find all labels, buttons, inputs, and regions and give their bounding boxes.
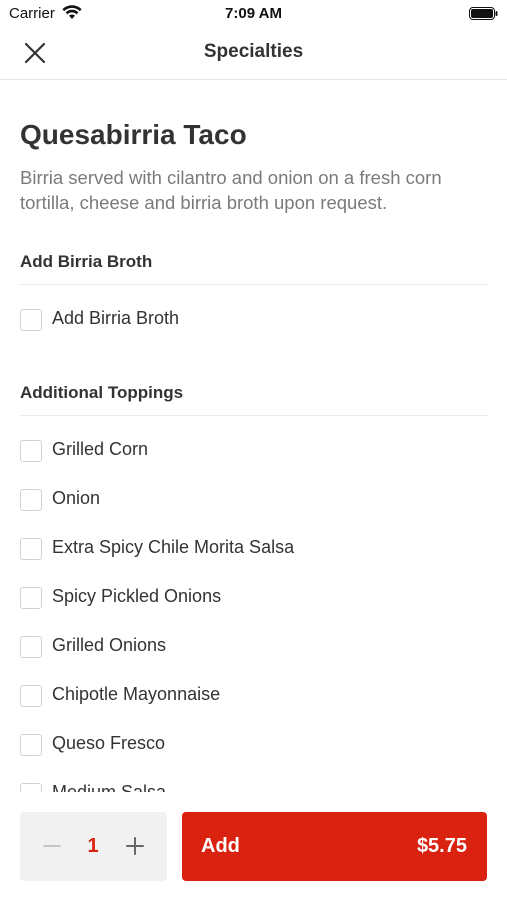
nav-bar: Specialties: [0, 28, 507, 80]
option-grilled-corn[interactable]: Grilled Corn: [20, 435, 488, 471]
option-chipotle-mayonnaise[interactable]: Chipotle Mayonnaise: [20, 680, 488, 716]
status-bar: Carrier 7:09 AM: [0, 0, 507, 28]
section-header-additional-toppings: Additional Toppings: [20, 383, 488, 416]
option-label: Onion: [52, 488, 101, 508]
option-extra-spicy-chile-morita-salsa[interactable]: Extra Spicy Chile Morita Salsa: [20, 533, 488, 569]
checkbox[interactable]: [20, 587, 42, 609]
checkbox[interactable]: [20, 309, 42, 331]
item-title: Quesabirria Taco: [20, 119, 247, 150]
battery-icon: [469, 7, 498, 20]
add-to-order-button[interactable]: Add $5.75: [182, 812, 487, 881]
item-detail-scroll[interactable]: Quesabirria Taco Birria served with cila…: [0, 81, 507, 792]
plus-icon[interactable]: [121, 831, 149, 861]
option-label: Chipotle Mayonnaise: [52, 684, 221, 704]
option-spicy-pickled-onions[interactable]: Spicy Pickled Onions: [20, 582, 488, 618]
add-button-label: Add: [201, 835, 240, 857]
option-label: Add Birria Broth: [52, 308, 180, 328]
quantity-value: 1: [87, 835, 99, 857]
checkbox[interactable]: [20, 489, 42, 511]
option-label: Medium Salsa: [52, 782, 167, 792]
checkbox[interactable]: [20, 636, 42, 658]
checkbox[interactable]: [20, 783, 42, 792]
option-add-birria-broth[interactable]: Add Birria Broth: [20, 304, 488, 340]
option-grilled-onions[interactable]: Grilled Onions: [20, 631, 488, 667]
checkbox[interactable]: [20, 685, 42, 707]
option-label: Extra Spicy Chile Morita Salsa: [52, 537, 295, 557]
add-button-price: $5.75: [416, 835, 467, 857]
option-label: Grilled Onions: [52, 635, 167, 655]
option-medium-salsa[interactable]: Medium Salsa: [20, 778, 488, 792]
quantity-stepper: 1: [20, 812, 167, 881]
option-label: Queso Fresco: [52, 733, 166, 753]
option-onion[interactable]: Onion: [20, 484, 488, 520]
option-label: Grilled Corn: [52, 439, 149, 459]
order-footer: 1 Add $5.75: [0, 792, 507, 900]
checkbox[interactable]: [20, 538, 42, 560]
item-description: Birria served with cilantro and onion on…: [20, 167, 442, 213]
status-time: 7:09 AM: [225, 5, 282, 22]
section-header-birria-broth: Add Birria Broth: [20, 252, 488, 285]
option-label: Spicy Pickled Onions: [52, 586, 222, 606]
option-queso-fresco[interactable]: Queso Fresco: [20, 729, 488, 765]
checkbox[interactable]: [20, 440, 42, 462]
checkbox[interactable]: [20, 734, 42, 756]
minus-icon[interactable]: [38, 831, 66, 861]
page-title: Specialties: [203, 41, 304, 62]
